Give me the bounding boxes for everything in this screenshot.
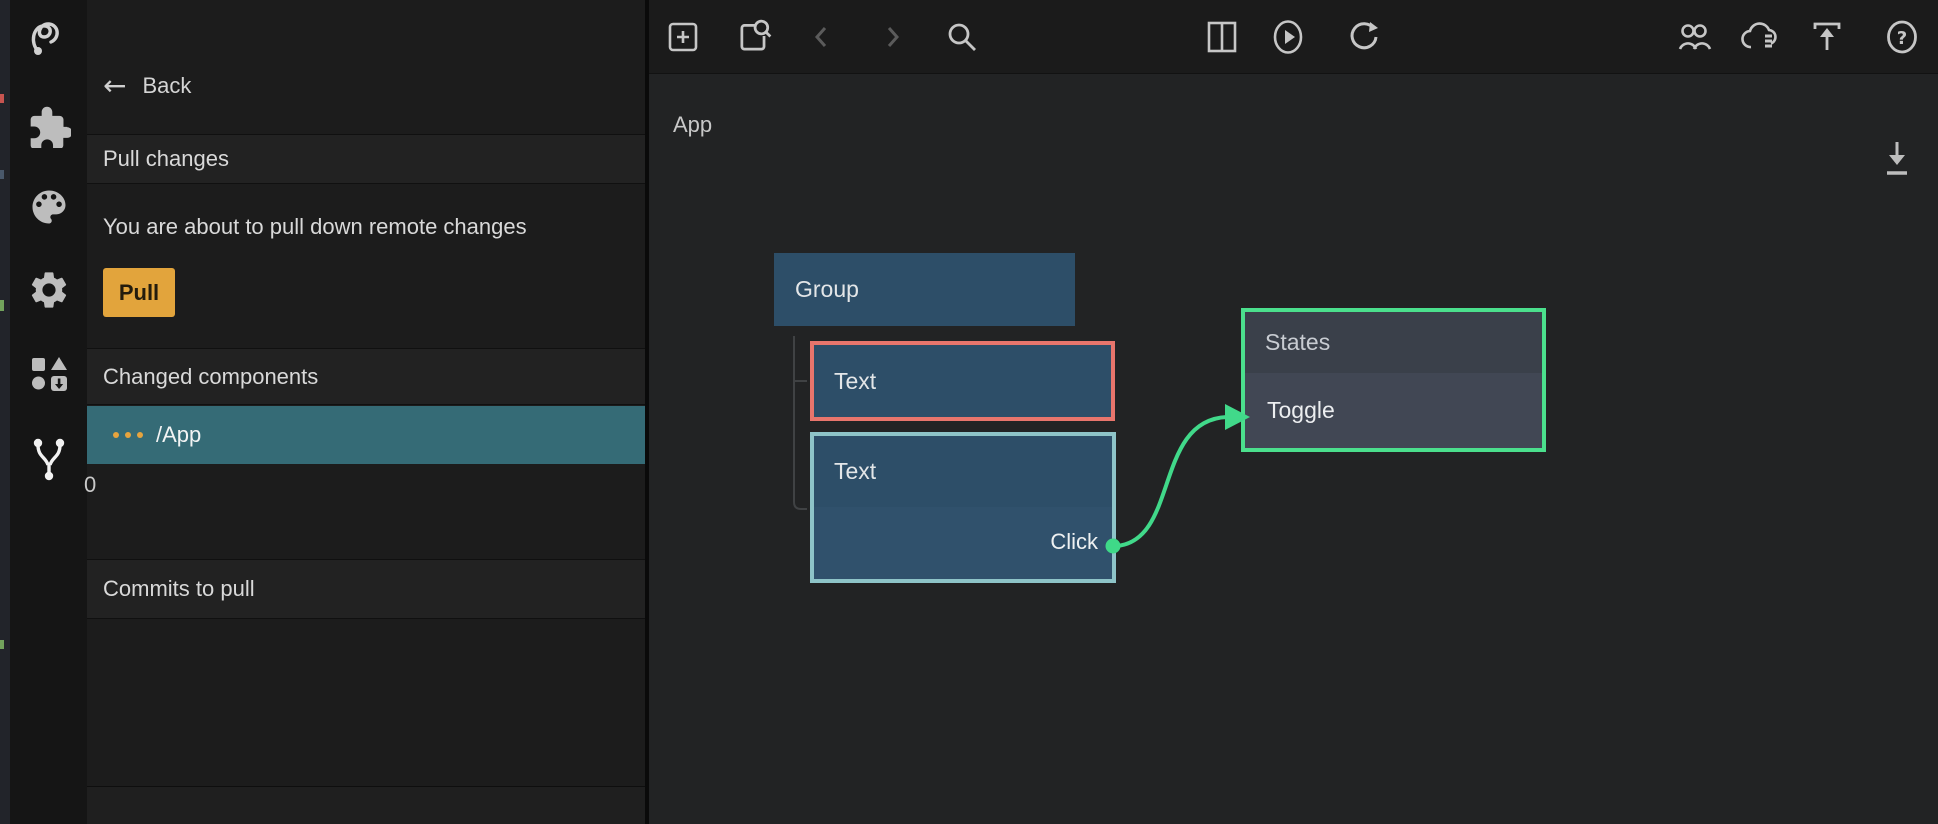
collaborators-icon[interactable] <box>1676 0 1714 73</box>
hierarchy-line <box>794 336 807 509</box>
settings-gear-icon[interactable] <box>10 268 87 312</box>
stray-zero-text: 0 <box>84 472 96 498</box>
cloud-sync-icon[interactable] <box>1739 0 1781 73</box>
edge-mark-green <box>0 640 4 649</box>
search-icon[interactable] <box>945 0 979 73</box>
noodl-logo-icon[interactable] <box>10 14 87 60</box>
signal-connection-wire[interactable] <box>1117 417 1227 546</box>
version-control-panel: ← Back Pull changes You are about to pul… <box>87 0 645 824</box>
version-control-branch-icon[interactable] <box>10 433 87 481</box>
preview-play-icon[interactable] <box>1271 0 1305 73</box>
nav-back-icon[interactable] <box>810 0 832 73</box>
visual-styles-palette-icon[interactable] <box>10 185 87 229</box>
split-view-icon[interactable] <box>1205 0 1239 73</box>
open-component-icon[interactable] <box>735 0 773 73</box>
commits-to-pull-title: Commits to pull <box>103 576 255 602</box>
pull-button[interactable]: Pull <box>103 268 175 317</box>
download-icon[interactable] <box>1883 138 1911 185</box>
svg-text:?: ? <box>1897 28 1907 49</box>
help-icon[interactable]: ? <box>1884 0 1920 73</box>
commits-to-pull-header: Commits to pull <box>87 559 645 619</box>
node-text-2-selected[interactable]: Text Click <box>810 432 1116 583</box>
add-node-icon[interactable] <box>666 0 700 73</box>
edge-mark-green <box>0 300 4 311</box>
pull-changes-title: Pull changes <box>103 146 229 172</box>
output-port-click[interactable]: Click <box>1050 529 1098 555</box>
refresh-icon[interactable] <box>1346 0 1382 73</box>
nav-forward-icon[interactable] <box>882 0 904 73</box>
input-port-toggle[interactable]: Toggle <box>1267 397 1335 424</box>
activity-bar <box>10 0 87 824</box>
components-icon[interactable] <box>10 351 87 395</box>
changed-components-header: Changed components <box>87 348 645 405</box>
background-window-sliver <box>0 0 10 824</box>
back-button[interactable]: ← Back <box>103 72 191 100</box>
node-graph-canvas[interactable]: ? App Group Text Text Click States <box>649 0 1938 824</box>
edge-mark-red <box>0 94 4 103</box>
node-label: Text <box>834 458 876 485</box>
breadcrumb-component-name[interactable]: App <box>673 112 712 138</box>
node-label: Group <box>795 276 859 303</box>
component-dots-icon <box>113 432 143 438</box>
pull-changes-header: Pull changes <box>87 134 645 184</box>
panel-bottom-section <box>87 786 645 824</box>
edge-mark-slate <box>0 170 4 179</box>
noodl-editor-window: ← Back Pull changes You are about to pul… <box>0 0 1938 824</box>
deploy-upload-icon[interactable] <box>1809 0 1845 73</box>
back-label: Back <box>142 73 191 99</box>
node-states[interactable]: States Toggle <box>1241 308 1546 452</box>
canvas-toolbar: ? <box>649 0 1938 74</box>
node-text-1[interactable]: Text <box>810 341 1115 421</box>
commit-list-item[interactable]: Did some changes MC Fri, Apr 30, 01:19 P… <box>87 617 645 786</box>
pull-description: You are about to pull down remote change… <box>103 214 527 240</box>
changed-component-row-app[interactable]: /App <box>87 406 645 464</box>
changed-components-title: Changed components <box>103 364 318 390</box>
plugins-icon[interactable] <box>10 104 87 148</box>
node-label: States <box>1265 329 1330 356</box>
back-arrow-icon: ← <box>103 72 126 100</box>
node-label: Text <box>834 368 876 395</box>
component-name: /App <box>156 422 201 448</box>
node-group[interactable]: Group <box>774 253 1075 326</box>
